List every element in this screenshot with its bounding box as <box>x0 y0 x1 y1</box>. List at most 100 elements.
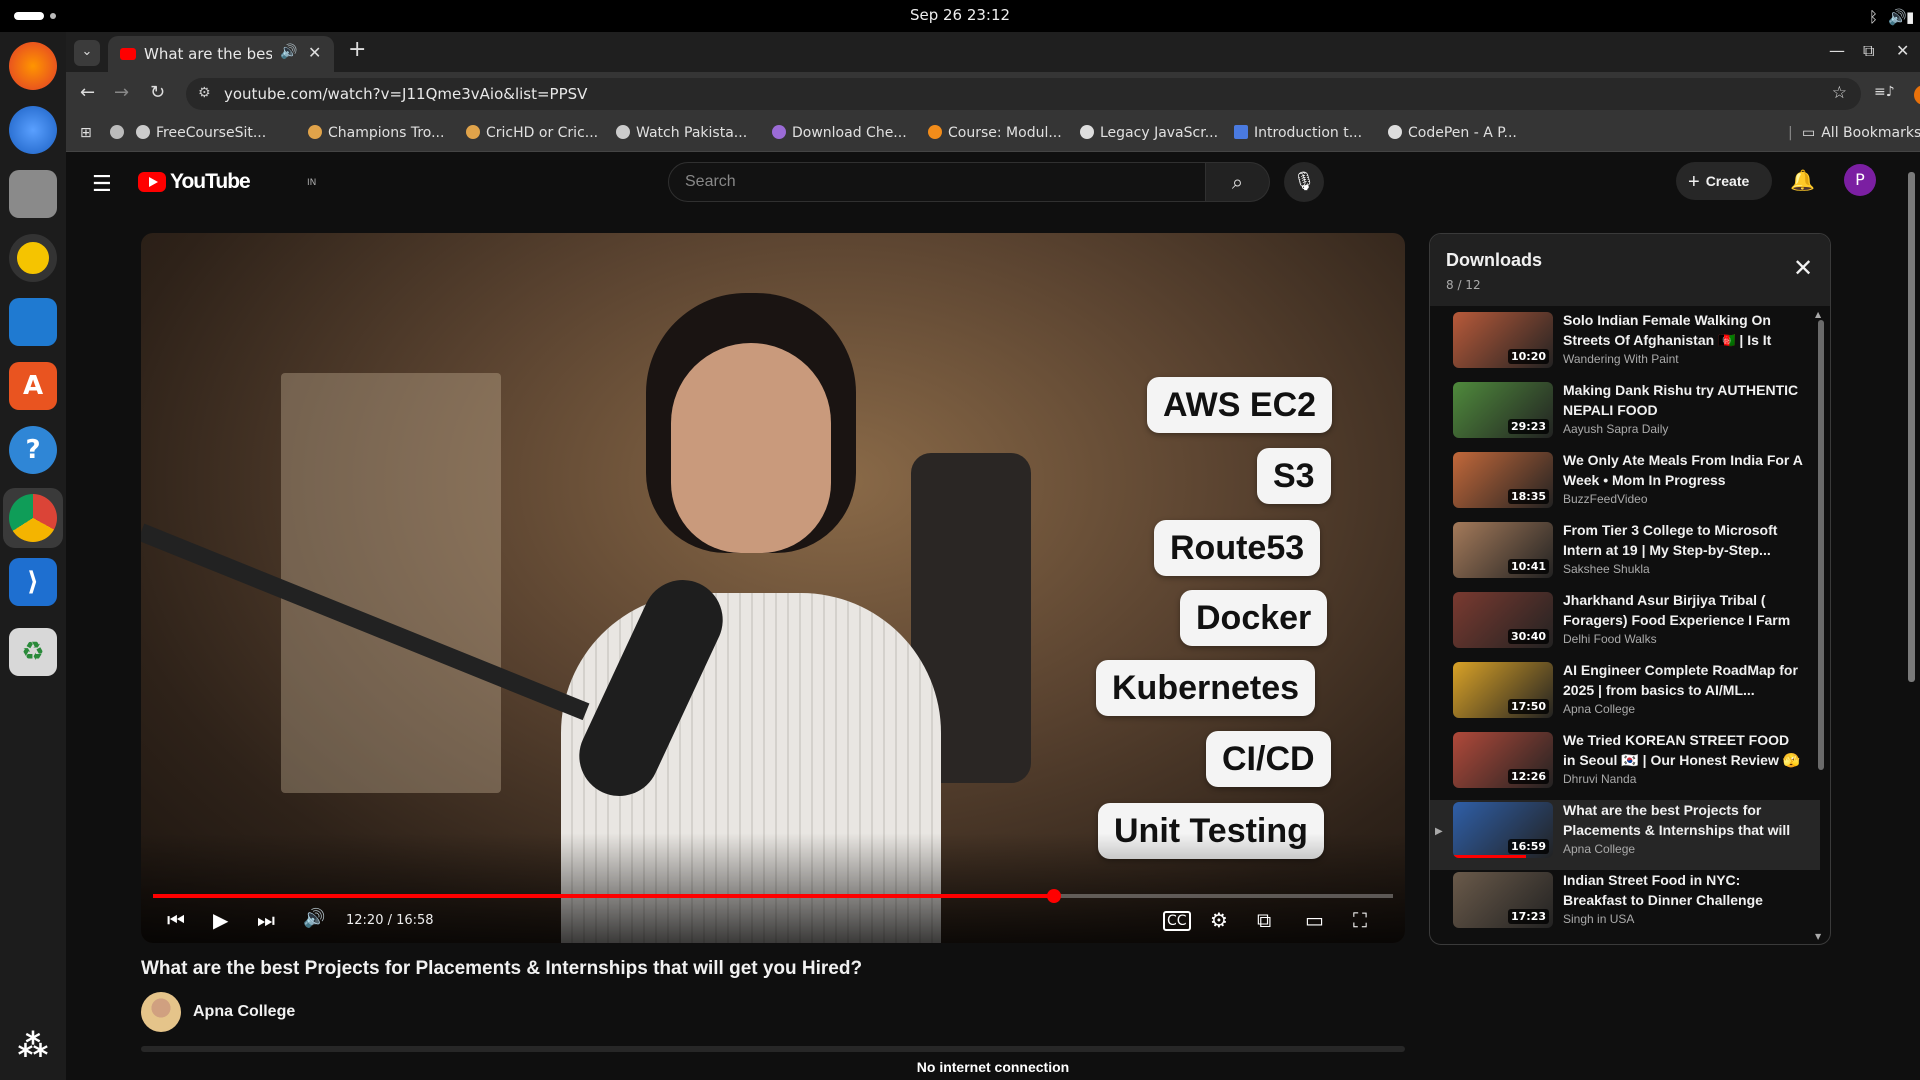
play-icon[interactable]: ▶ <box>213 908 228 932</box>
video-player[interactable]: AWS EC2 S3 Route53 Docker Kubernetes CI/… <box>141 233 1405 943</box>
progress-bar[interactable] <box>153 889 1393 903</box>
bookmark-item[interactable]: Champions Tro... <box>308 125 444 141</box>
video-thumbnail[interactable]: 17:23 <box>1453 872 1553 928</box>
previous-icon[interactable]: ⏮ <box>167 908 185 932</box>
media-controls-icon[interactable]: ≡♪ <box>1874 84 1895 100</box>
bookmark-favicon-icon <box>772 125 786 139</box>
back-icon[interactable]: ← <box>80 82 95 103</box>
channel-avatar[interactable] <box>141 992 181 1032</box>
forward-icon[interactable]: → <box>114 82 129 103</box>
bookmark-item[interactable]: Watch Pakista... <box>616 125 747 141</box>
video-thumbnail[interactable]: 17:50 <box>1453 662 1553 718</box>
next-icon[interactable]: ⏭ <box>257 908 275 932</box>
tab-audio-icon[interactable]: 🔊 <box>280 44 297 60</box>
theater-mode-icon[interactable]: ▭ <box>1305 908 1324 932</box>
show-apps-icon[interactable]: ⁂ <box>9 1022 57 1070</box>
video-thumbnail[interactable]: 18:35 <box>1453 452 1553 508</box>
miniplayer-icon[interactable]: ⧉ <box>1257 908 1271 932</box>
playlist-item[interactable]: 18:35 We Only Ate Meals From India For A … <box>1430 450 1820 520</box>
video-thumbnail[interactable]: 10:20 <box>1453 312 1553 368</box>
video-thumbnail[interactable]: 30:40 <box>1453 592 1553 648</box>
files-icon[interactable] <box>9 170 57 218</box>
bookmark-item[interactable]: CricHD or Cric... <box>466 125 598 141</box>
clock[interactable]: Sep 26 23:12 <box>0 0 1920 32</box>
bookmark-item[interactable]: Legacy JavaScr... <box>1080 125 1218 141</box>
minimize-icon[interactable]: — <box>1829 41 1845 60</box>
playlist-item-title[interactable]: We Only Ate Meals From India For A Week … <box>1563 450 1803 490</box>
settings-gear-icon[interactable]: ⚙ <box>1210 908 1228 932</box>
apps-grid-icon[interactable]: ⊞ <box>80 125 92 141</box>
playlist-item-title[interactable]: From Tier 3 College to Microsoft Intern … <box>1563 520 1803 560</box>
playlist-item[interactable]: 17:23 Indian Street Food in NYC: Breakfas… <box>1430 870 1820 940</box>
hamburger-menu-icon[interactable]: ☰ <box>92 172 112 197</box>
playlist-item-title[interactable]: What are the best Projects for Placement… <box>1563 800 1803 840</box>
video-thumbnail[interactable]: 29:23 <box>1453 382 1553 438</box>
create-button[interactable]: + Create <box>1676 162 1772 200</box>
playlist-item[interactable]: 10:20 Solo Indian Female Walking On Stree… <box>1430 310 1820 380</box>
firefox-icon[interactable] <box>9 42 57 90</box>
channel-name[interactable]: Apna College <box>193 1003 295 1021</box>
vscode-icon[interactable]: ⟩ <box>9 558 57 606</box>
writer-icon[interactable] <box>9 298 57 346</box>
bookmark-item[interactable]: Download Che... <box>772 125 907 141</box>
tab-search-button[interactable]: ⌄ <box>74 40 100 66</box>
bookmark-icon-only[interactable] <box>110 125 130 141</box>
help-icon[interactable]: ? <box>9 426 57 474</box>
captions-icon[interactable]: CC <box>1163 911 1191 931</box>
scroll-up-arrow-icon[interactable]: ▲ <box>1815 310 1821 319</box>
playlist-item-title[interactable]: We Tried KOREAN STREET FOOD in Seoul 🇰🇷 … <box>1563 730 1803 770</box>
playlist-item-title[interactable]: Making Dank Rishu try AUTHENTIC NEPALI F… <box>1563 380 1803 420</box>
url-text[interactable]: youtube.com/watch?v=J11Qme3vAio&list=PPS… <box>224 85 587 103</box>
bookmark-star-icon[interactable]: ☆ <box>1832 83 1847 103</box>
chrome-icon[interactable] <box>9 494 57 542</box>
all-bookmarks-folder[interactable]: ▭ All Bookmarks <box>1784 125 1920 141</box>
bookmark-item[interactable]: Course: Modul... <box>928 125 1062 141</box>
tab-youtube[interactable]: What are the best Projects for Placement… <box>108 36 334 72</box>
playlist-header: Downloads 8 / 12 ✕ <box>1430 234 1830 306</box>
playlist-item[interactable]: 17:50 AI Engineer Complete RoadMap for 20… <box>1430 660 1820 730</box>
playlist-title[interactable]: Downloads <box>1446 250 1542 271</box>
video-thumbnail[interactable]: 12:26 <box>1453 732 1553 788</box>
playlist-item-title[interactable]: AI Engineer Complete RoadMap for 2025 | … <box>1563 660 1803 700</box>
video-thumbnail[interactable]: 16:59 <box>1453 802 1553 858</box>
new-tab-button[interactable]: + <box>348 39 366 61</box>
thunderbird-icon[interactable] <box>9 106 57 154</box>
video-thumbnail[interactable]: 10:41 <box>1453 522 1553 578</box>
page-scrollbar[interactable] <box>1908 172 1915 682</box>
reload-icon[interactable]: ↻ <box>150 82 165 103</box>
search-input[interactable] <box>668 162 1206 202</box>
trash-icon[interactable]: ♻ <box>9 628 57 676</box>
bookmark-item[interactable]: CodePen - A P... <box>1388 125 1517 141</box>
scroll-down-arrow-icon[interactable]: ▼ <box>1815 932 1821 941</box>
voice-search-button[interactable]: 🎙 <box>1284 162 1324 202</box>
tab-close-icon[interactable]: ✕ <box>308 43 321 62</box>
playlist-item[interactable]: 12:26 We Tried KOREAN STREET FOOD in Seou… <box>1430 730 1820 800</box>
restore-icon[interactable]: ⧉ <box>1863 41 1874 61</box>
address-bar[interactable]: ⚙ youtube.com/watch?v=J11Qme3vAio&list=P… <box>186 78 1861 110</box>
playlist-item-title[interactable]: Jharkhand Asur Birjiya Tribal ( Foragers… <box>1563 590 1803 630</box>
profile-avatar[interactable]: B <box>1914 85 1920 105</box>
bluetooth-icon[interactable]: ᛒ <box>1869 8 1878 26</box>
close-window-icon[interactable]: ✕ <box>1896 41 1909 60</box>
bookmark-favicon-icon <box>308 125 322 139</box>
bookmark-item[interactable]: Introduction t... <box>1234 125 1362 141</box>
search-button[interactable]: ⌕ <box>1206 162 1270 202</box>
app-center-icon[interactable]: A <box>9 362 57 410</box>
site-info-icon[interactable]: ⚙ <box>198 85 211 101</box>
volume-icon[interactable]: 🔊 <box>1888 8 1907 26</box>
playlist-item[interactable]: 10:41 From Tier 3 College to Microsoft In… <box>1430 520 1820 590</box>
playlist-item-title[interactable]: Solo Indian Female Walking On Streets Of… <box>1563 310 1803 350</box>
bookmark-item[interactable]: FreeCourseSit... <box>136 125 266 141</box>
playlist-scrollbar[interactable] <box>1818 320 1824 770</box>
battery-icon[interactable]: ▮ <box>1906 8 1914 26</box>
account-avatar[interactable]: P <box>1844 164 1876 196</box>
fullscreen-icon[interactable]: ⛶ <box>1353 908 1367 932</box>
playlist-item[interactable]: 30:40 Jharkhand Asur Birjiya Tribal ( For… <box>1430 590 1820 660</box>
notifications-bell-icon[interactable]: 🔔 <box>1790 168 1815 192</box>
rhythmbox-icon[interactable] <box>9 234 57 282</box>
volume-icon[interactable]: 🔊 <box>303 908 325 929</box>
playlist-item[interactable]: 29:23 Making Dank Rishu try AUTHENTIC NEP… <box>1430 380 1820 450</box>
playlist-item[interactable]: ▶ 16:59 What are the best Projects for Pla… <box>1430 800 1820 870</box>
playlist-item-title[interactable]: Indian Street Food in NYC: Breakfast to … <box>1563 870 1803 910</box>
close-icon[interactable]: ✕ <box>1793 256 1813 280</box>
